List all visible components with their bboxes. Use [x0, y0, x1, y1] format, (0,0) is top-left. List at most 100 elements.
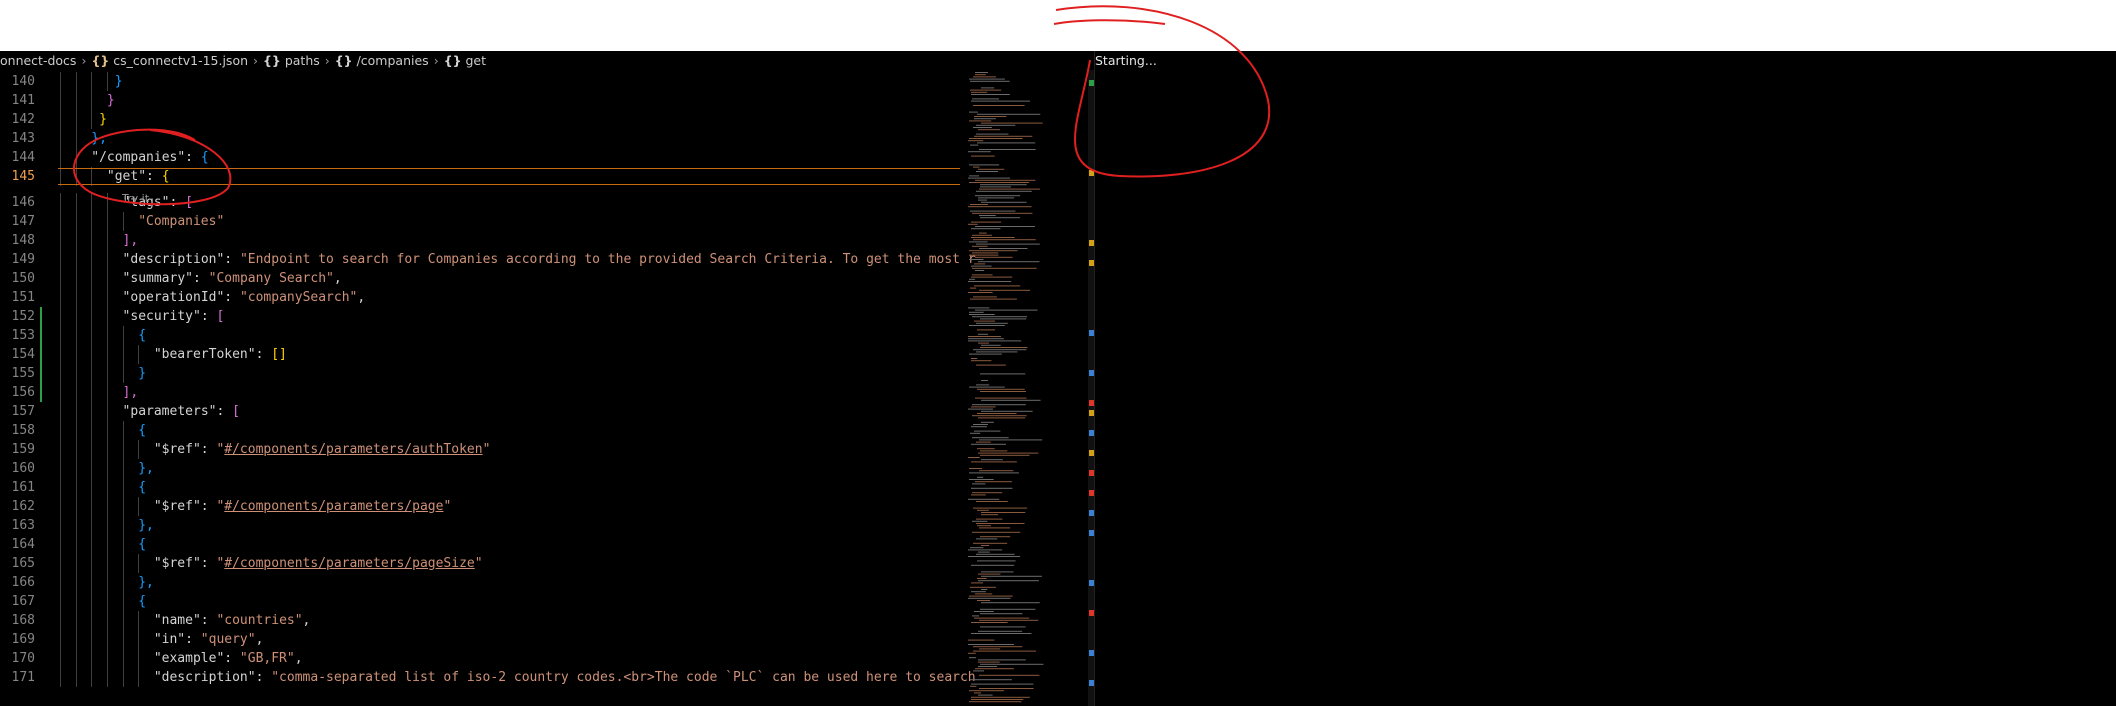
line-number: 150	[11, 271, 35, 286]
code-line[interactable]: 141}	[0, 91, 960, 110]
minimap[interactable]	[960, 70, 1094, 706]
indent-guide	[91, 497, 93, 516]
minimap-line	[971, 237, 1015, 238]
minimap-line	[973, 507, 1028, 509]
indent-guide	[75, 129, 77, 148]
breadcrumb-companies[interactable]: /companies	[357, 51, 429, 70]
indent-guide	[122, 668, 124, 687]
current-line-highlight	[58, 168, 960, 185]
code-line[interactable]: 148],	[0, 231, 960, 250]
minimap-line	[973, 166, 980, 168]
minimap-line	[971, 699, 1024, 700]
code-line[interactable]: 149 "description": "Endpoint to search fo…	[0, 250, 976, 269]
code-token: },	[91, 131, 107, 146]
code-line[interactable]: 156],	[0, 383, 960, 402]
code-line[interactable]: 160},	[0, 459, 960, 478]
code-line[interactable]: 159 "$ref": "#/components/parameters/auth…	[0, 440, 960, 459]
code-line[interactable]: 145 "get": {	[0, 167, 960, 186]
indent-guide	[75, 212, 77, 231]
code-line[interactable]: 153 {	[0, 326, 960, 345]
indent-guide	[122, 516, 124, 535]
breadcrumb-root[interactable]: onnect-docs	[0, 51, 76, 70]
ref-link[interactable]: #/components/parameters/page	[224, 499, 443, 514]
minimap-line	[969, 259, 984, 260]
code-line[interactable]: 150 "summary": "Company Search",	[0, 269, 960, 288]
line-number: 162	[11, 499, 35, 514]
code-token: "summary":	[122, 271, 209, 286]
ref-link[interactable]: #/components/parameters/pageSize	[224, 556, 474, 571]
line-number: 148	[11, 233, 35, 248]
line-number: 147	[11, 214, 35, 229]
code-token: "countries"	[216, 613, 303, 628]
minimap-line	[972, 520, 988, 522]
code-token: "in":	[153, 632, 201, 647]
code-line[interactable]: 143},	[0, 129, 960, 148]
chevron-right-icon: ›	[81, 53, 87, 68]
minimap-line	[970, 204, 989, 205]
indent-guide	[60, 72, 61, 91]
minimap-line	[980, 217, 1021, 219]
code-line[interactable]: 144 "/companies": {	[0, 148, 960, 167]
code-line[interactable]: 164 {	[0, 535, 960, 554]
minimap-line	[978, 129, 1001, 131]
code-line[interactable]: 165 "$ref": "#/components/parameters/page…	[0, 554, 960, 573]
breadcrumb-get[interactable]: get	[466, 51, 487, 70]
indent-guide	[138, 630, 140, 649]
indent-guide	[60, 193, 61, 212]
minimap-line	[973, 542, 1008, 544]
code-line[interactable]: 162 "$ref": "#/components/parameters/page…	[0, 497, 960, 516]
code-line[interactable]: 142}	[0, 110, 960, 129]
indent-guide	[75, 110, 77, 129]
minimap-line	[968, 597, 1011, 599]
minimap-line	[969, 314, 995, 315]
code-line[interactable]: 169 "in": "query",	[0, 630, 960, 649]
indent-guide	[106, 326, 108, 345]
code-line[interactable]: 147 "Companies"	[0, 212, 960, 231]
minimap-line	[975, 72, 988, 73]
code-editor[interactable]: 140} 141} 142} 143}, 144 "/companies": {145 "g…	[0, 70, 1094, 706]
code-line[interactable]: 166},	[0, 573, 960, 592]
breadcrumb-paths[interactable]: paths	[285, 51, 320, 70]
minimap-line	[977, 113, 1041, 115]
minimap-line	[972, 415, 1027, 417]
indent-guide	[91, 269, 93, 288]
line-number: 159	[11, 442, 35, 457]
minimap-line	[980, 318, 1027, 320]
code-line[interactable]: 140}	[0, 72, 960, 91]
code-line[interactable]: 155}	[0, 364, 960, 383]
code-text: "summary": "Company Search",	[123, 269, 342, 288]
terminal-panel[interactable]: Starting...	[1094, 51, 2116, 706]
minimap-line	[978, 551, 990, 553]
code-line[interactable]: 171 "description": "comma-separated list …	[0, 668, 976, 687]
code-line[interactable]: 167 {	[0, 592, 960, 611]
code-token: "	[474, 556, 483, 571]
indent-guide	[75, 269, 77, 288]
breadcrumb: onnect-docs ›{} cs_connectv1-15.json ›{} pat…	[0, 51, 1094, 70]
code-line[interactable]: 157 "parameters": [	[0, 402, 960, 421]
minimap-line	[978, 342, 990, 344]
code-line[interactable]: 168 "name": "countries",	[0, 611, 960, 630]
code-line[interactable]: 152 "security": [	[0, 307, 960, 326]
code-text: "in": "query",	[154, 630, 264, 649]
codelens-try-it[interactable]: Try it	[122, 192, 149, 206]
minimap-line	[973, 105, 1025, 106]
indent-guide	[75, 668, 77, 687]
breadcrumb-file[interactable]: cs_connectv1-15.json	[113, 51, 248, 70]
minimap-line	[981, 575, 1042, 577]
ref-link[interactable]: #/components/parameters/authToken	[224, 442, 482, 457]
line-number: 145	[11, 169, 35, 184]
minimap-line	[981, 512, 1026, 513]
code-line[interactable]: 161 {	[0, 478, 960, 497]
code-token: "security":	[122, 309, 217, 324]
code-line[interactable]: 154 "bearerToken": []	[0, 345, 960, 364]
minimap-line	[974, 135, 1033, 137]
code-line[interactable]: 170 "example": "GB,FR",	[0, 649, 960, 668]
code-token: "parameters":	[122, 404, 233, 419]
indent-guide	[122, 573, 124, 592]
code-line[interactable]: 158 {	[0, 421, 960, 440]
code-token: }	[99, 112, 107, 127]
code-text: }	[99, 110, 107, 129]
code-line[interactable]: 151 "operationId": "companySearch",	[0, 288, 960, 307]
minimap-line	[976, 384, 990, 386]
code-line[interactable]: 163},	[0, 516, 960, 535]
